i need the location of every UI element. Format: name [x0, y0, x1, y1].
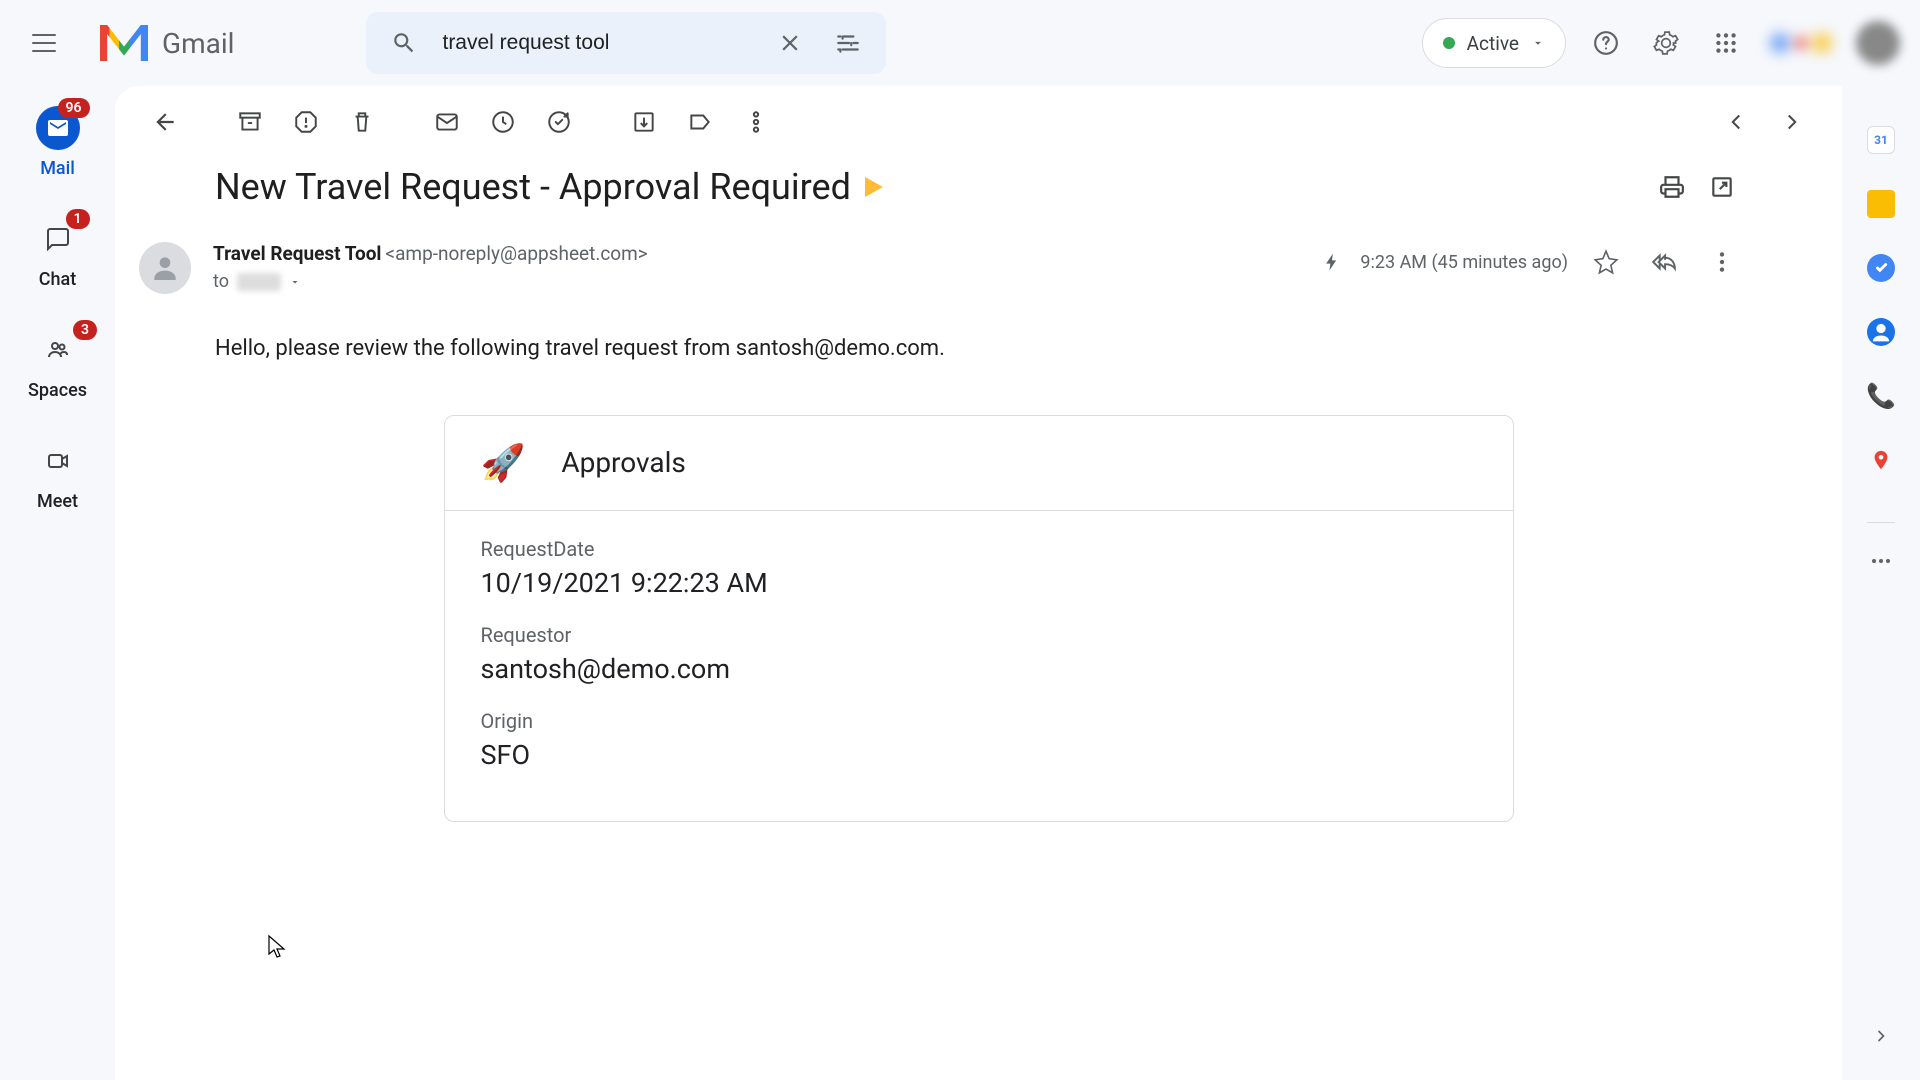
mark-unread-button[interactable]	[421, 96, 473, 148]
subject-row: New Travel Request - Approval Required	[215, 166, 1742, 208]
chevron-down-icon	[1531, 36, 1545, 50]
search-options-button[interactable]	[828, 23, 868, 63]
side-expand-button[interactable]	[1871, 1026, 1891, 1050]
keep-app-icon[interactable]	[1867, 190, 1895, 218]
hamburger-icon	[32, 34, 56, 52]
archive-button[interactable]	[224, 96, 276, 148]
field-origin: Origin SFO	[481, 709, 1477, 771]
rocket-icon: 🚀	[481, 442, 526, 484]
nav-meet-label: Meet	[37, 491, 78, 512]
org-logo-blurred	[1766, 23, 1836, 63]
spaces-badge: 3	[73, 320, 97, 340]
nav-spaces[interactable]: 3 Spaces	[28, 328, 87, 401]
status-label: Active	[1467, 32, 1519, 55]
logo-area[interactable]: Gmail	[100, 25, 234, 61]
header-right: Active	[1422, 18, 1900, 68]
label-flag-icon[interactable]	[865, 177, 883, 197]
nav-mail-label: Mail	[40, 158, 75, 179]
print-button[interactable]	[1652, 167, 1692, 207]
tasks-app-icon[interactable]	[1867, 254, 1895, 282]
calendar-app-icon[interactable]: 31	[1867, 126, 1895, 154]
email-subject: New Travel Request - Approval Required	[215, 166, 851, 208]
email-meta: 9:23 AM (45 minutes ago)	[1322, 242, 1742, 282]
nav-meet[interactable]: Meet	[36, 439, 80, 512]
app-header: Gmail Active	[0, 0, 1920, 86]
card-title: Approvals	[561, 446, 686, 479]
content-area: New Travel Request - Approval Required T	[115, 86, 1842, 1080]
search-box[interactable]	[366, 12, 886, 74]
labels-button[interactable]	[674, 96, 726, 148]
field-requestor: Requestor santosh@demo.com	[481, 623, 1477, 685]
settings-button[interactable]	[1646, 23, 1686, 63]
clear-search-button[interactable]	[770, 23, 810, 63]
field-label: Requestor	[481, 623, 1477, 647]
field-value: 10/19/2021 9:22:23 AM	[481, 567, 1477, 599]
delete-button[interactable]	[336, 96, 388, 148]
side-more-icon[interactable]	[1872, 559, 1890, 563]
main-menu-button[interactable]	[20, 19, 68, 67]
email-more-button[interactable]	[1702, 242, 1742, 282]
card-body: RequestDate 10/19/2021 9:22:23 AM Reques…	[445, 511, 1513, 821]
prev-email-button[interactable]	[1710, 96, 1762, 148]
search-input[interactable]	[442, 31, 752, 55]
nav-spaces-label: Spaces	[28, 380, 87, 401]
open-new-window-button[interactable]	[1702, 167, 1742, 207]
status-dot-icon	[1443, 37, 1455, 49]
nav-chat-label: Chat	[39, 269, 76, 290]
sender-avatar[interactable]	[139, 242, 191, 294]
recipient-dropdown-icon[interactable]	[289, 276, 301, 288]
search-icon[interactable]	[384, 23, 424, 63]
add-to-tasks-button[interactable]	[533, 96, 585, 148]
email-toolbar	[115, 86, 1842, 158]
app-name: Gmail	[162, 27, 234, 60]
side-divider	[1867, 522, 1895, 523]
chat-badge: 1	[66, 209, 90, 229]
email-body-container: New Travel Request - Approval Required T	[115, 158, 1842, 1080]
support-button[interactable]	[1586, 23, 1626, 63]
to-label: to	[213, 271, 229, 292]
field-label: RequestDate	[481, 537, 1477, 561]
status-chip[interactable]: Active	[1422, 18, 1566, 68]
maps-app-icon[interactable]	[1867, 446, 1895, 474]
more-actions-button[interactable]	[730, 96, 782, 148]
mail-icon	[46, 116, 70, 140]
move-to-button[interactable]	[618, 96, 670, 148]
field-value: santosh@demo.com	[481, 653, 1477, 685]
meet-icon	[46, 449, 70, 473]
gmail-logo-icon	[100, 25, 148, 61]
account-avatar[interactable]	[1856, 21, 1900, 65]
side-panel: 31 📞	[1842, 86, 1920, 1080]
field-value: SFO	[481, 739, 1477, 771]
amp-icon	[1322, 252, 1342, 272]
back-button[interactable]	[139, 96, 191, 148]
recipient-blurred	[237, 273, 281, 291]
voice-app-icon[interactable]: 📞	[1867, 382, 1895, 410]
star-button[interactable]	[1586, 242, 1626, 282]
field-request-date: RequestDate 10/19/2021 9:22:23 AM	[481, 537, 1477, 599]
sender-email: <amp-noreply@appsheet.com>	[385, 242, 647, 265]
next-email-button[interactable]	[1766, 96, 1818, 148]
snooze-button[interactable]	[477, 96, 529, 148]
contacts-app-icon[interactable]	[1867, 318, 1895, 346]
reply-all-button[interactable]	[1644, 242, 1684, 282]
sender-row: Travel Request Tool <amp-noreply@appshee…	[139, 242, 1742, 294]
nav-mail[interactable]: 96 Mail	[36, 106, 80, 179]
chat-icon	[46, 227, 70, 251]
email-intro-text: Hello, please review the following trave…	[215, 334, 1742, 365]
nav-chat[interactable]: 1 Chat	[36, 217, 80, 290]
sender-name: Travel Request Tool	[213, 242, 381, 265]
spaces-icon	[46, 338, 70, 362]
approval-card: 🚀 Approvals RequestDate 10/19/2021 9:22:…	[444, 415, 1514, 822]
apps-button[interactable]	[1706, 23, 1746, 63]
mail-badge: 96	[58, 98, 90, 118]
left-nav: 96 Mail 1 Chat 3 Spaces Meet	[0, 86, 115, 1080]
field-label: Origin	[481, 709, 1477, 733]
card-header: 🚀 Approvals	[445, 416, 1513, 511]
email-timestamp: 9:23 AM (45 minutes ago)	[1360, 252, 1568, 273]
report-spam-button[interactable]	[280, 96, 332, 148]
